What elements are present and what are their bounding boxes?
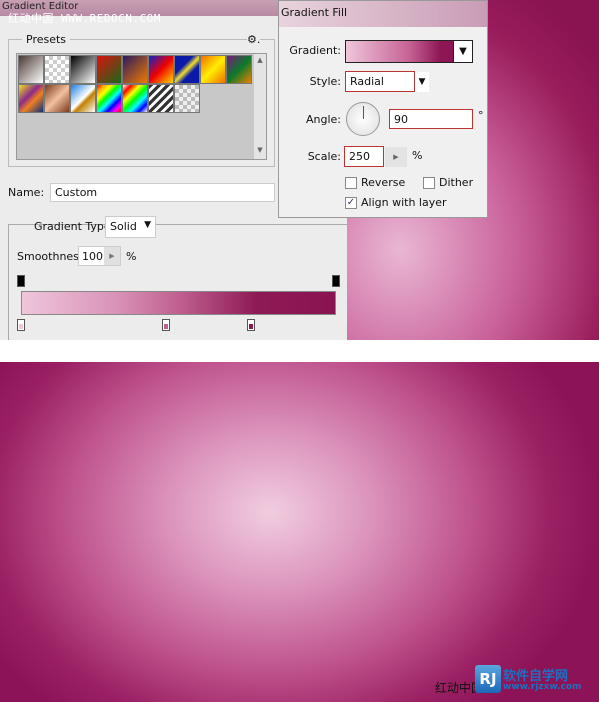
reverse-checkbox[interactable] xyxy=(345,177,357,189)
logo-url: www.rjzxw.com xyxy=(503,682,582,692)
gradient-type-group xyxy=(8,224,347,340)
opacity-stop[interactable] xyxy=(17,275,25,287)
logo-mark: RJ xyxy=(475,665,501,693)
color-stop[interactable] xyxy=(17,319,25,331)
preset-swatch[interactable] xyxy=(122,84,148,113)
scale-unit: % xyxy=(412,149,423,162)
gradient-fill-dialog: Gradient Fill Gradient: ▼ Style: Radial … xyxy=(278,0,488,218)
gradient-type-select[interactable]: Solid ▼ xyxy=(105,216,156,238)
preset-swatch[interactable] xyxy=(44,84,70,113)
chevron-down-icon[interactable]: ▼ xyxy=(415,72,429,92)
result-radial-gradient-image xyxy=(0,362,599,702)
angle-unit: ° xyxy=(478,109,484,122)
scale-label: Scale: xyxy=(307,150,341,163)
preset-swatch-grid: ▲ ▼ xyxy=(16,53,267,160)
style-select[interactable]: Radial xyxy=(345,71,415,92)
dither-checkbox[interactable] xyxy=(423,177,435,189)
preset-swatch[interactable] xyxy=(148,84,174,113)
site-logo: RJ 软件自学网 www.rjzxw.com xyxy=(475,665,593,695)
angle-dial[interactable] xyxy=(346,102,380,136)
smoothness-unit: % xyxy=(126,250,137,263)
preset-swatch[interactable] xyxy=(174,84,200,113)
scrollbar[interactable]: ▲ ▼ xyxy=(254,54,266,159)
align-with-layer-checkbox[interactable]: ✓ xyxy=(345,197,357,209)
preset-swatch[interactable] xyxy=(18,84,44,113)
dialog-title: Gradient Fill xyxy=(279,1,487,27)
preset-swatch[interactable] xyxy=(70,55,96,84)
preset-swatch[interactable] xyxy=(44,55,70,84)
chevron-down-icon: ▼ xyxy=(144,220,151,230)
gradient-type-value: Solid xyxy=(110,220,137,233)
style-label: Style: xyxy=(309,75,341,88)
chevron-down-icon[interactable]: ▼ xyxy=(453,40,473,63)
angle-input[interactable]: 90 xyxy=(389,109,473,129)
align-with-layer-label: Align with layer xyxy=(361,196,447,209)
scale-input[interactable]: 250 xyxy=(344,146,384,167)
gradient-label: Gradient: xyxy=(289,44,341,57)
presets-label: Presets xyxy=(22,33,71,46)
watermark: 红动中国 WWW.REDOCN.COM xyxy=(8,12,161,25)
preset-swatch[interactable] xyxy=(174,55,200,84)
preset-swatch[interactable] xyxy=(200,55,226,84)
color-stop[interactable] xyxy=(246,319,255,331)
name-input[interactable]: Custom xyxy=(50,183,275,202)
name-label: Name: xyxy=(8,186,45,199)
scale-slider-button[interactable]: ▶ xyxy=(385,147,407,167)
preset-swatch[interactable] xyxy=(226,55,252,84)
opacity-stop[interactable] xyxy=(332,275,340,287)
gear-icon[interactable]: ⚙. xyxy=(247,33,261,46)
color-stop[interactable] xyxy=(161,319,170,331)
angle-label: Angle: xyxy=(305,113,341,126)
gradient-type-label: Gradient Type: xyxy=(34,220,115,233)
dither-label: Dither xyxy=(439,176,474,189)
preset-swatch[interactable] xyxy=(96,84,122,113)
gradient-bar[interactable] xyxy=(21,291,336,315)
preset-swatch[interactable] xyxy=(148,55,174,84)
preset-swatch[interactable] xyxy=(18,55,44,84)
preset-swatch[interactable] xyxy=(122,55,148,84)
smoothness-slider-button[interactable]: ▶ xyxy=(104,247,120,265)
reverse-label: Reverse xyxy=(361,176,406,189)
preset-swatch[interactable] xyxy=(70,84,96,113)
preset-swatch[interactable] xyxy=(96,55,122,84)
